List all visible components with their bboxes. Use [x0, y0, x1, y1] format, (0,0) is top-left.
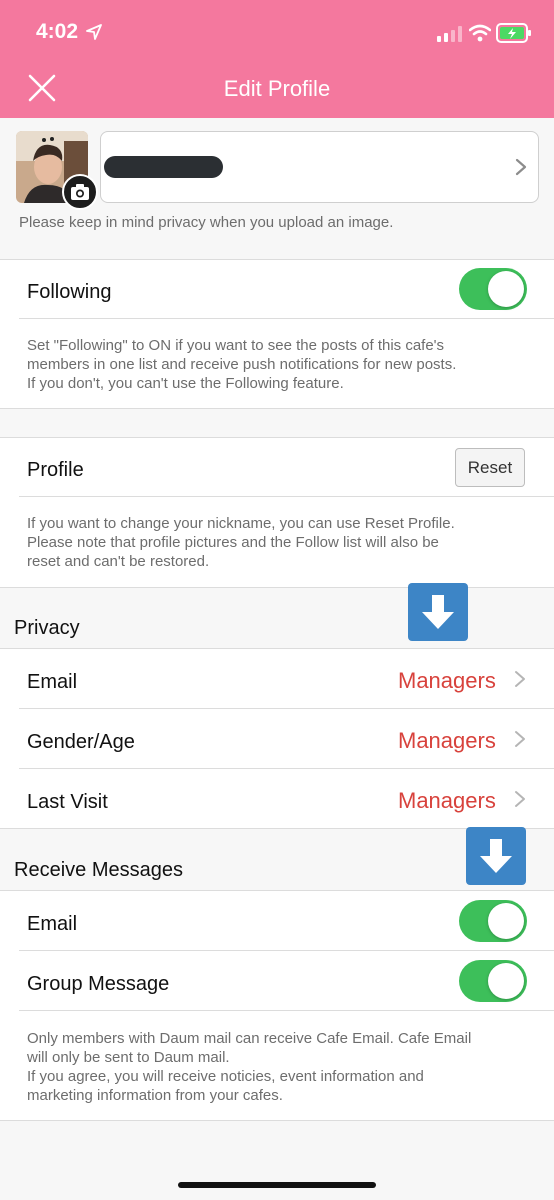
battery-icon: [496, 23, 531, 43]
following-toggle[interactable]: [459, 268, 527, 310]
receive-email-toggle[interactable]: [459, 900, 527, 942]
chevron-right-icon: [515, 731, 525, 747]
privacy-note: Please keep in mind privacy when you upl…: [19, 214, 394, 231]
chevron-right-icon: [515, 671, 525, 687]
divider: [0, 648, 554, 649]
change-photo-camera-icon[interactable]: [62, 174, 98, 210]
location-arrow-icon: [86, 24, 102, 40]
group-message-toggle[interactable]: [459, 960, 527, 1002]
divider: [19, 318, 554, 319]
receive-messages-description: Only members with Daum mail can receive …: [27, 1030, 472, 1104]
receive-messages-section-title: Receive Messages: [14, 859, 183, 881]
redacted-nickname: [104, 156, 223, 178]
status-time: 4:02: [36, 20, 79, 43]
divider: [0, 408, 554, 409]
divider: [0, 587, 554, 588]
header-bar: 4:02 Edit Profile: [0, 0, 554, 118]
divider: [0, 259, 554, 260]
reset-profile-button[interactable]: Reset: [455, 448, 525, 487]
page-title: Edit Profile: [223, 76, 331, 101]
receive-email-label: Email: [27, 913, 78, 935]
divider: [19, 496, 554, 497]
divider: [0, 437, 554, 438]
cellular-signal-icon: [437, 26, 462, 42]
divider: [0, 890, 554, 891]
down-arrow-icon: [408, 583, 468, 641]
privacy-gender-age-value: Managers: [398, 728, 496, 753]
privacy-section-title: Privacy: [14, 617, 80, 639]
privacy-gender-age-label: Gender/Age: [27, 731, 135, 753]
profile-label: Profile: [27, 459, 84, 481]
chevron-right-icon: [515, 158, 527, 176]
following-description: Set "Following" to ON if you want to see…: [27, 337, 457, 392]
privacy-last-visit-label: Last Visit: [27, 791, 108, 813]
group-message-label: Group Message: [27, 973, 170, 995]
divider: [19, 768, 554, 769]
divider: [19, 708, 554, 709]
privacy-last-visit-value: Managers: [398, 788, 496, 813]
privacy-email-value: Managers: [398, 668, 496, 693]
privacy-email-label: Email: [27, 671, 78, 693]
chevron-right-icon: [515, 791, 525, 807]
divider: [19, 950, 554, 951]
divider: [0, 1120, 554, 1121]
wifi-icon: [469, 24, 491, 42]
divider: [19, 1010, 554, 1011]
down-arrow-icon: [466, 827, 526, 885]
profile-description: If you want to change your nickname, you…: [27, 515, 455, 570]
following-label: Following: [27, 281, 112, 303]
home-indicator: [178, 1182, 376, 1188]
